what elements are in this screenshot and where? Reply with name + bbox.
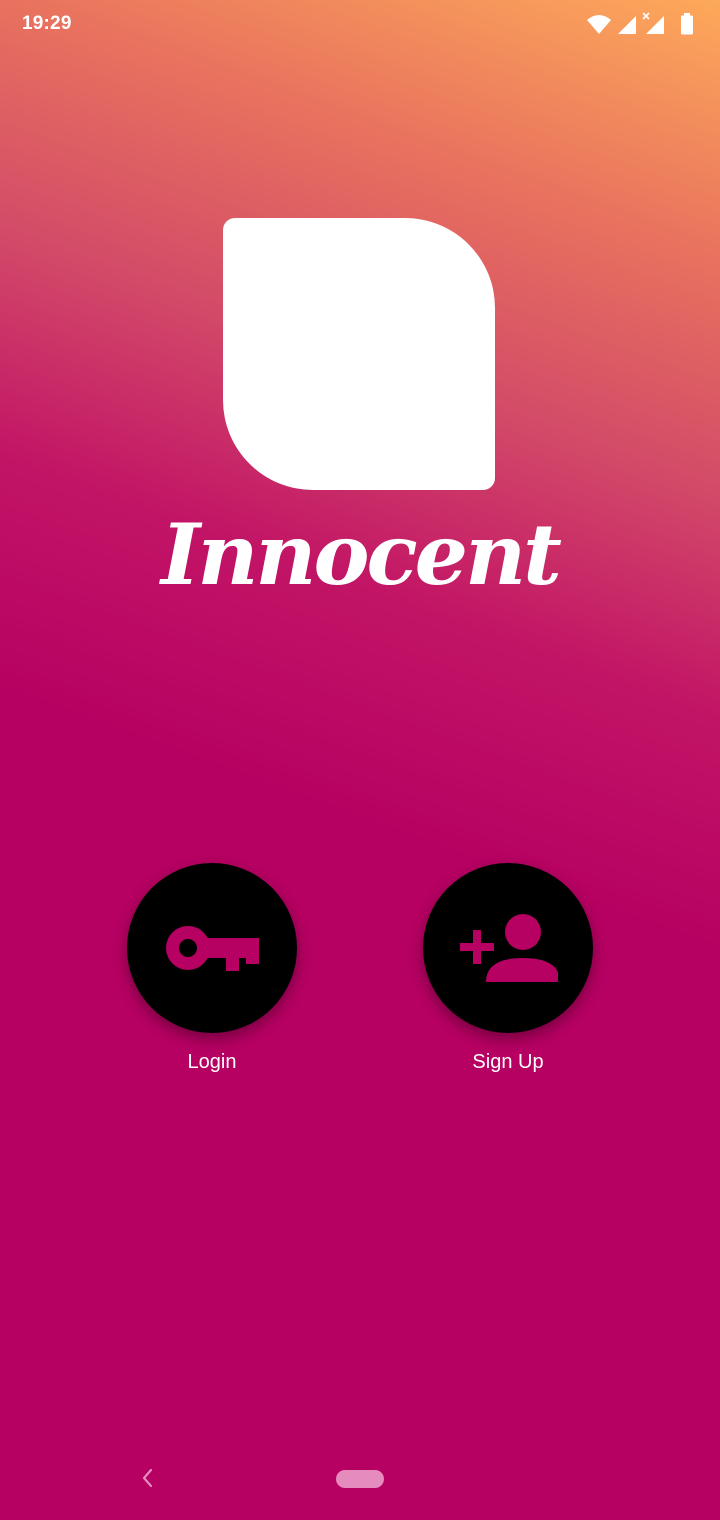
status-bar: 19:29 bbox=[0, 0, 720, 48]
battery-icon bbox=[681, 13, 693, 35]
navigation-bar bbox=[0, 1440, 720, 1520]
login-label: Login bbox=[187, 1051, 237, 1073]
home-pill[interactable] bbox=[336, 1470, 384, 1488]
app-logo bbox=[223, 218, 495, 490]
status-time: 19:29 bbox=[22, 13, 72, 34]
back-chevron-icon[interactable] bbox=[136, 1466, 160, 1490]
signup-button[interactable] bbox=[423, 863, 593, 1033]
key-icon bbox=[166, 926, 259, 971]
status-icons bbox=[586, 12, 696, 36]
login-action: Login bbox=[127, 863, 297, 1073]
signal-no-data-icon bbox=[642, 12, 664, 34]
add-person-icon bbox=[460, 914, 558, 982]
login-button[interactable] bbox=[127, 863, 297, 1033]
signal-icon bbox=[618, 16, 636, 34]
wifi-icon bbox=[587, 15, 611, 34]
signup-action: Sign Up bbox=[423, 863, 593, 1073]
signup-label: Sign Up bbox=[472, 1051, 544, 1073]
app-name: Innocent bbox=[161, 505, 562, 604]
